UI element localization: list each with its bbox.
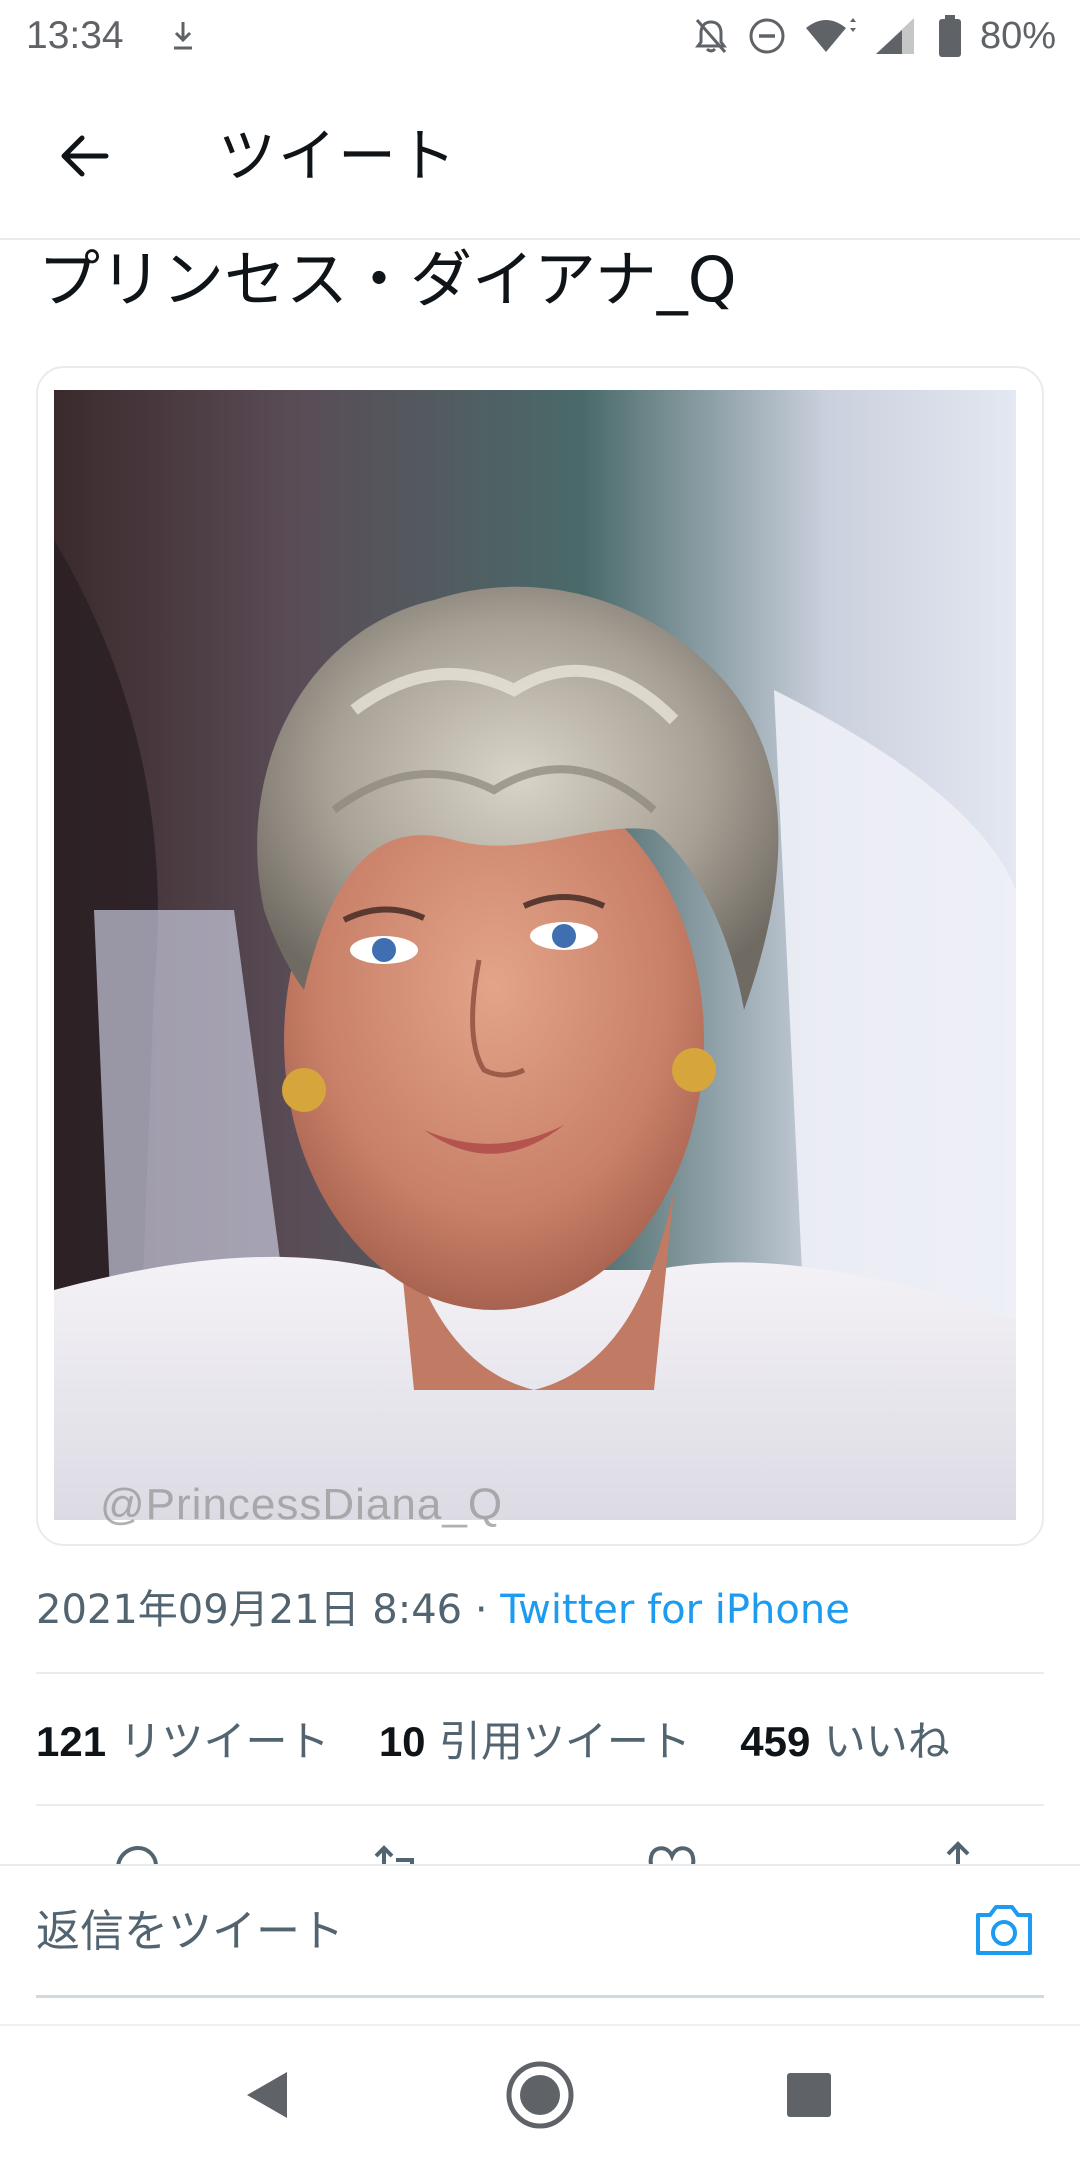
reply-placeholder: 返信をツイート [36,1906,344,1957]
quotes-label: 引用ツイート [438,1717,691,1766]
likes-label: いいね [823,1717,950,1766]
dnd-icon [749,18,785,54]
top-app-bar: ツイート [0,72,1080,240]
download-icon [174,22,192,50]
notifications-off-icon [694,19,727,53]
reply-input[interactable]: 返信をツイート [36,1866,1044,1998]
tweet-action-bar [0,1840,1080,1864]
tweet-photo[interactable] [54,390,1016,1520]
divider [36,1804,1044,1806]
cellular-signal-icon [875,18,914,54]
portrait-photo [54,390,1016,1520]
recents-square-icon [787,2073,831,2117]
camera-icon [976,1905,1032,1955]
tweet-media[interactable]: @PrincessDiana_Q [36,366,1044,1546]
battery-icon [938,15,961,57]
share-icon[interactable] [930,1840,986,1864]
status-icons: 80% [692,12,1056,60]
retweet-icon[interactable] [370,1840,426,1864]
tweet-text: プリンセス・ダイアナ_Q [38,243,737,316]
like-icon[interactable] [644,1840,700,1864]
nav-recents-button[interactable] [764,2050,854,2140]
wifi-icon [805,18,856,52]
back-button[interactable] [40,112,128,200]
tweet-timestamp: 2021年09月21日 8:46 [36,1587,463,1633]
quotes-count: 10 [378,1718,426,1765]
home-circle-icon [506,2061,574,2129]
image-watermark: @PrincessDiana_Q [100,1480,504,1529]
tweet-source-link[interactable]: Twitter for iPhone [500,1587,850,1633]
retweets-stat[interactable]: 121 リツイート [36,1717,329,1766]
camera-button[interactable] [964,1890,1044,1970]
arrow-left-icon [61,135,109,177]
divider [36,1672,1044,1674]
retweets-count: 121 [36,1718,107,1765]
status-time: 13:34 [26,14,124,57]
likes-count: 459 [740,1718,811,1765]
tweet-stats: 121 リツイート 10 引用ツイート 459 いいね [36,1712,986,1772]
nav-back-button[interactable] [222,2050,312,2140]
retweets-label: リツイート [119,1717,330,1766]
reply-icon[interactable] [108,1840,164,1864]
quotes-stat[interactable]: 10 引用ツイート [379,1717,691,1766]
nav-home-button[interactable] [495,2050,585,2140]
page-title: ツイート [218,122,459,190]
system-nav-bar [0,2024,1080,2160]
status-bar: 13:34 80% [0,0,1080,72]
reply-bar: 返信をツイート [0,1864,1080,2024]
likes-stat[interactable]: 459 いいね [740,1717,949,1766]
meta-separator: · [474,1587,488,1633]
battery-percent: 80% [979,14,1056,57]
tweet-meta: 2021年09月21日 8:46 · Twitter for iPhone [36,1580,850,1640]
back-triangle-icon [247,2072,287,2118]
